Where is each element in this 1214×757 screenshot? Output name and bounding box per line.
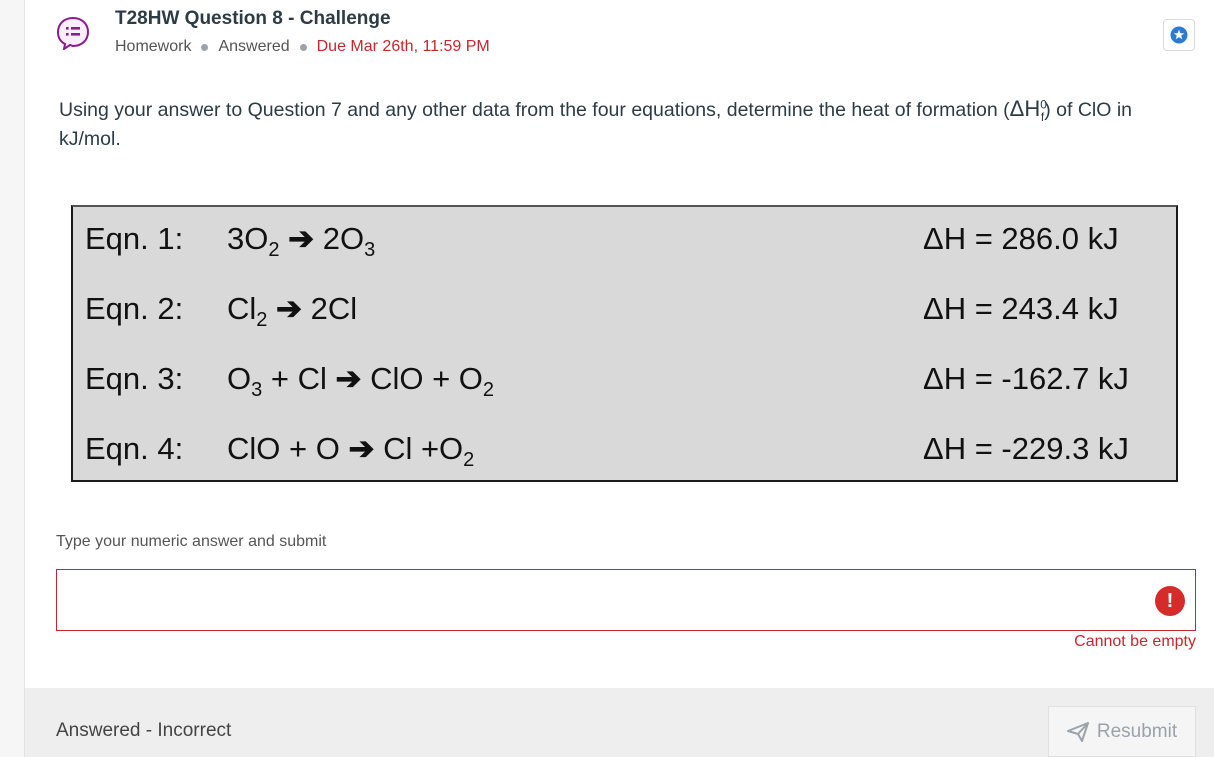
resubmit-button[interactable]: Resubmit <box>1048 706 1196 757</box>
separator-dot <box>201 43 209 51</box>
footer-bar: Answered - Incorrect Resubmit <box>25 688 1214 757</box>
enthalpy-value: ΔH = 286.0 kJ <box>923 221 1119 256</box>
enthalpy-value: ΔH = -229.3 kJ <box>923 431 1129 466</box>
question-chat-icon <box>56 16 90 50</box>
reaction-arrow-icon: ➔ <box>276 291 303 326</box>
reaction-arrow-icon: ➔ <box>348 431 375 466</box>
page-title: T28HW Question 8 - Challenge <box>115 8 391 29</box>
reaction-arrow-icon: ➔ <box>288 221 315 256</box>
answer-status: Answered - Incorrect <box>56 720 232 741</box>
enthalpy-value: ΔH = 243.4 kJ <box>923 291 1119 326</box>
numeric-answer-input[interactable] <box>56 569 1196 631</box>
due-date: Due Mar 26th, 11:59 PM <box>316 38 490 55</box>
question-status: Answered <box>218 38 290 55</box>
reaction-arrow-icon: ➔ <box>335 361 362 396</box>
left-rail <box>0 0 25 757</box>
separator-dot <box>299 43 307 51</box>
equation-row: Eqn. 1: 3O2 ➔ 2O3 ΔH = 286.0 kJ <box>85 221 1119 262</box>
send-icon <box>1066 721 1089 742</box>
equation-row: Eqn. 3: O3 + Cl ➔ ClO + O2 ΔH = -162.7 k… <box>85 361 1129 402</box>
equations-image: Eqn. 1: 3O2 ➔ 2O3 ΔH = 286.0 kJ Eqn. 2: … <box>71 205 1178 482</box>
error-icon: ! <box>1155 586 1185 616</box>
equation-row: Eqn. 2: Cl2 ➔ 2Cl ΔH = 243.4 kJ <box>85 291 1119 332</box>
bookmark-button[interactable] <box>1163 19 1195 51</box>
question-prompt: Using your answer to Question 7 and any … <box>59 96 1133 150</box>
delta-h-symbol: ΔH <box>1009 96 1041 121</box>
equation-row: Eqn. 4: ClO + O ➔ Cl +O2 ΔH = -229.3 kJ <box>85 431 1129 472</box>
star-badge-icon <box>1170 26 1188 44</box>
question-meta: Homework Answered Due Mar 26th, 11:59 PM <box>115 38 490 56</box>
question-type: Homework <box>115 38 192 55</box>
resubmit-label: Resubmit <box>1096 720 1178 742</box>
enthalpy-value: ΔH = -162.7 kJ <box>923 361 1129 396</box>
answer-label: Type your numeric answer and submit <box>56 533 327 550</box>
validation-error: Cannot be empty <box>1074 633 1196 650</box>
